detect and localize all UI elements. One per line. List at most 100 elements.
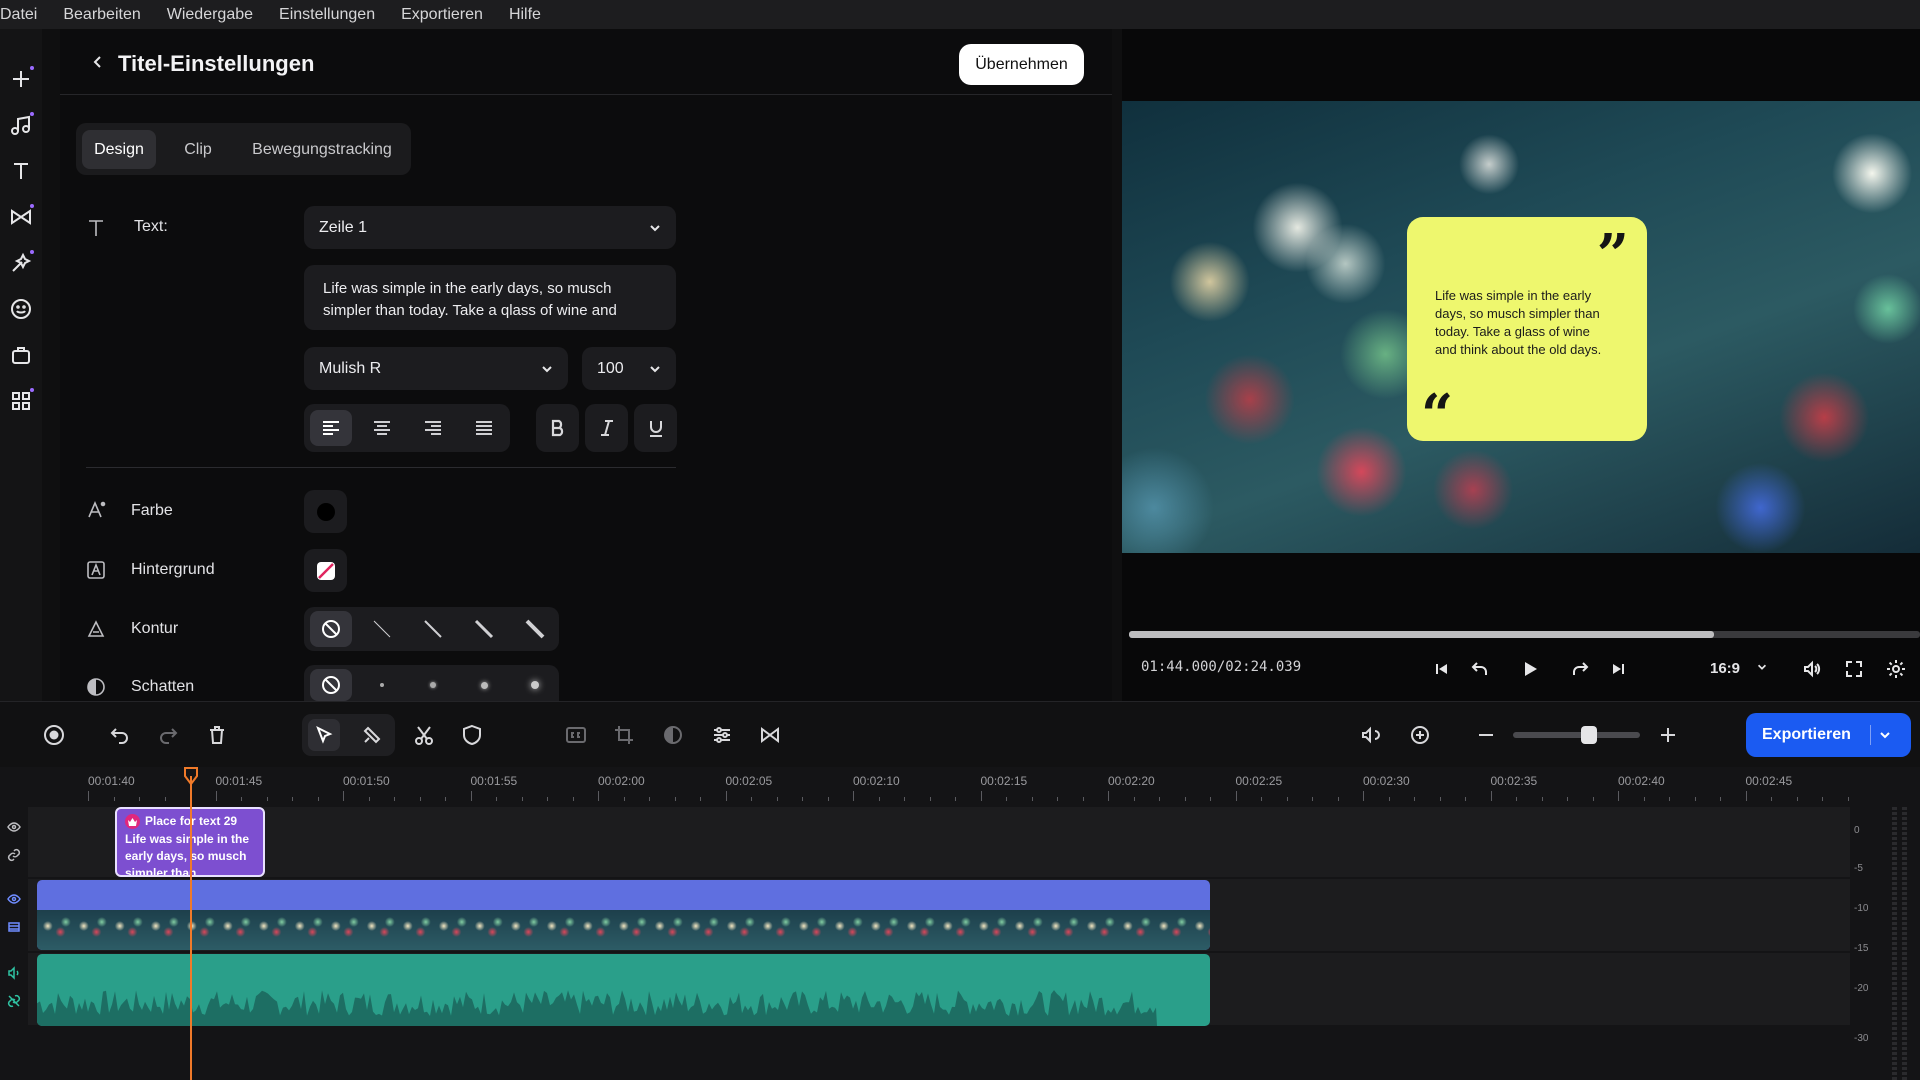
text-icon[interactable] (6, 156, 36, 186)
subtitles-icon[interactable] (560, 719, 592, 751)
color-correction-icon[interactable] (657, 719, 689, 751)
skip-to-start-icon[interactable] (1428, 655, 1456, 683)
outline-thin-icon[interactable] (361, 611, 403, 647)
razor-tool-icon[interactable] (356, 719, 388, 751)
ruler-tick (751, 797, 752, 801)
align-justify-icon[interactable] (463, 410, 505, 446)
background-color-swatch[interactable] (304, 549, 347, 592)
audio-clip[interactable] (37, 954, 1210, 1026)
line-select[interactable]: Zeile 1 (304, 206, 676, 249)
zoom-slider-knob[interactable] (1581, 726, 1597, 744)
music-icon[interactable] (6, 110, 36, 140)
delete-icon[interactable] (201, 719, 233, 751)
templates-icon[interactable] (6, 340, 36, 370)
underline-icon[interactable] (634, 404, 677, 452)
aspect-ratio-select[interactable]: 16:9 (1710, 660, 1768, 677)
scissors-icon[interactable] (408, 719, 440, 751)
video-effects-icon[interactable] (6, 919, 22, 935)
no-shadow-icon[interactable] (310, 669, 352, 701)
tab-design[interactable]: Design (82, 130, 156, 169)
time-ruler[interactable]: 00:01:40 00:01:45 00:01:50 00:01:55 00:02:00… (0, 767, 1850, 807)
ruler-tick (853, 791, 854, 801)
ruler-tick (1516, 797, 1517, 801)
eye-icon[interactable] (6, 891, 22, 907)
no-outline-icon[interactable] (310, 611, 352, 647)
export-button[interactable]: Exportieren (1746, 713, 1911, 757)
undo-icon[interactable] (104, 719, 136, 751)
transition-toolbar-icon[interactable] (754, 719, 786, 751)
unlink-icon[interactable] (6, 993, 22, 1009)
ruler-tick (598, 791, 599, 801)
sticker-icon[interactable] (6, 294, 36, 324)
ruler-label: 00:02:05 (725, 774, 773, 788)
effects-icon[interactable] (6, 248, 36, 278)
more-apps-icon[interactable] (6, 386, 36, 416)
audio-split-icon[interactable] (1355, 719, 1387, 751)
forward-icon[interactable] (1566, 655, 1594, 683)
ruler-label: 00:02:30 (1363, 774, 1410, 788)
timeline-zoom-slider[interactable] (1513, 732, 1640, 738)
redo-icon[interactable] (152, 719, 184, 751)
plus-icon[interactable] (6, 64, 36, 94)
volume-icon[interactable] (1798, 655, 1826, 683)
shadow-small-icon[interactable] (361, 669, 403, 701)
record-icon[interactable] (38, 719, 70, 751)
settings-gear-icon[interactable] (1882, 655, 1910, 683)
italic-icon[interactable] (585, 404, 628, 452)
ruler-tick (1108, 791, 1109, 801)
menu-datei[interactable]: Datei (0, 0, 50, 29)
mask-icon[interactable] (456, 719, 488, 751)
select-arrow-icon[interactable] (308, 719, 340, 751)
speaker-icon[interactable] (6, 965, 22, 981)
quote-card[interactable]: ” Life was simple in the early days, so … (1407, 217, 1647, 443)
transition-icon[interactable] (6, 202, 36, 232)
ruler-tick (725, 791, 727, 801)
title-text-input[interactable]: Life was simple in the early days, so mu… (304, 265, 676, 330)
link-icon[interactable] (6, 847, 22, 863)
outline-medium-icon[interactable] (412, 611, 454, 647)
video-preview[interactable]: ” Life was simple in the early days, so … (1122, 101, 1920, 553)
zoom-out-icon[interactable] (1470, 719, 1502, 751)
align-left-icon[interactable] (310, 410, 352, 446)
outline-thick-icon[interactable] (463, 611, 505, 647)
rewind-icon[interactable] (1466, 655, 1494, 683)
tab-motion-tracking[interactable]: Bewegungstracking (240, 130, 404, 169)
zoom-in-icon[interactable] (1652, 719, 1684, 751)
align-right-icon[interactable] (412, 410, 454, 446)
shadow-xlarge-icon[interactable] (514, 669, 556, 701)
chevron-down-icon[interactable] (1878, 728, 1892, 742)
playhead[interactable] (190, 776, 192, 1080)
ruler-tick (1465, 797, 1466, 801)
keyframe-icon[interactable] (1404, 719, 1436, 751)
shadow-medium-icon[interactable] (412, 669, 454, 701)
menu-wiedergabe[interactable]: Wiedergabe (154, 0, 266, 29)
font-select[interactable]: Mulish R (304, 347, 568, 390)
playback-progress-bar[interactable] (1129, 631, 1920, 638)
ruler-tick (1796, 797, 1798, 801)
play-icon[interactable] (1516, 655, 1544, 683)
outline-heavy-icon[interactable] (514, 611, 556, 647)
crop-icon[interactable] (608, 719, 640, 751)
text-color-swatch[interactable] (304, 490, 347, 533)
export-divider (1870, 725, 1871, 745)
ruler-tick (878, 797, 880, 801)
video-clip[interactable] (37, 880, 1210, 950)
menu-hilfe[interactable]: Hilfe (496, 0, 554, 29)
tab-clip[interactable]: Clip (168, 130, 228, 169)
ruler-tick (368, 797, 370, 801)
eye-icon[interactable] (6, 819, 22, 835)
menu-bearbeiten[interactable]: Bearbeiten (50, 0, 153, 29)
playhead-handle[interactable] (183, 767, 199, 785)
menu-exportieren[interactable]: Exportieren (388, 0, 496, 29)
font-select-value: Mulish R (319, 359, 382, 377)
font-size-select[interactable]: 100 (582, 347, 676, 390)
bold-icon[interactable] (536, 404, 579, 452)
adjustments-icon[interactable] (706, 719, 738, 751)
menu-einstellungen[interactable]: Einstellungen (266, 0, 388, 29)
shadow-large-icon[interactable] (463, 669, 505, 701)
apply-button[interactable]: Übernehmen (959, 44, 1084, 85)
align-center-icon[interactable] (361, 410, 403, 446)
fullscreen-icon[interactable] (1840, 655, 1868, 683)
skip-to-end-icon[interactable] (1604, 655, 1632, 683)
back-icon[interactable] (88, 51, 108, 73)
